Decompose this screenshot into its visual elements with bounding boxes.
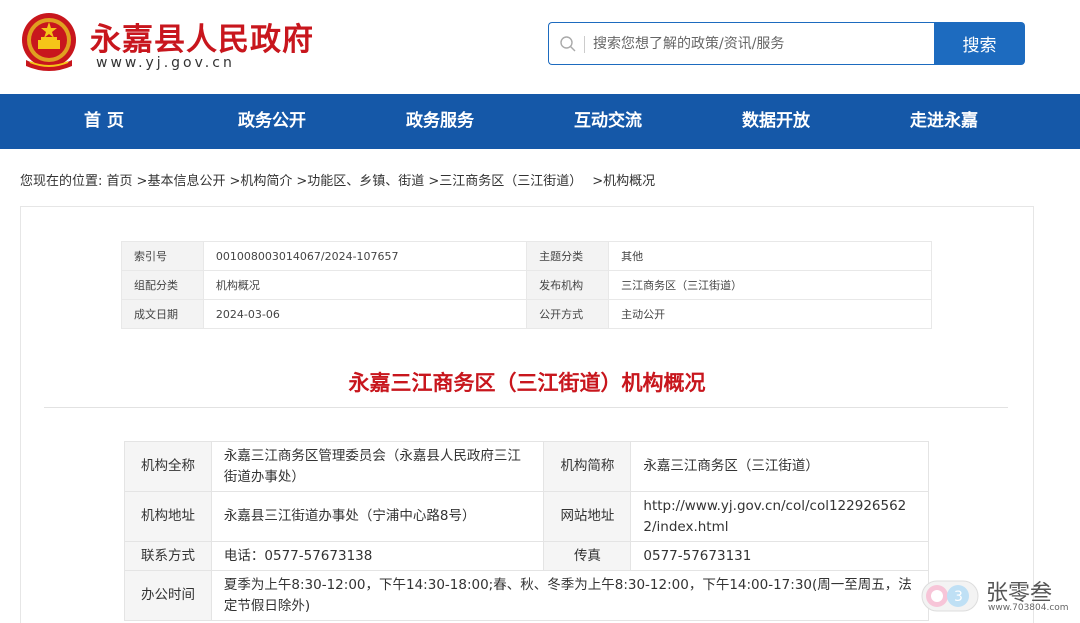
site-domain: www.yj.gov.cn xyxy=(96,55,235,71)
search-divider xyxy=(584,36,585,53)
breadcrumb-separator: > xyxy=(229,174,241,189)
meta-value-index-no: 001008003014067/2024-107657 xyxy=(202,241,528,271)
meta-value-disclosure: 主动公开 xyxy=(608,299,932,329)
breadcrumb-separator: > xyxy=(428,174,440,189)
info-label-short-name: 机构简称 xyxy=(543,441,632,492)
document-title: 永嘉三江商务区（三江街道）机构概况 xyxy=(348,371,706,395)
nav-item-about-yongjia[interactable]: 走进永嘉 xyxy=(874,94,1014,149)
meta-label-date: 成文日期 xyxy=(121,299,204,329)
nav-item-gov-services[interactable]: 政务服务 xyxy=(370,94,510,149)
meta-value-publisher: 三江商务区（三江街道） xyxy=(608,270,932,300)
info-value-fax: 0577-57673131 xyxy=(630,541,929,571)
info-value-website[interactable]: http://www.yj.gov.cn/col/col1229265622/i… xyxy=(630,491,929,542)
info-label-address: 机构地址 xyxy=(124,491,212,542)
watermark-logo-icon: 3 xyxy=(921,580,979,612)
table-row: 机构地址 永嘉县三江街道办事处（宁浦中心路8号） 网站地址 http://www… xyxy=(124,491,929,542)
meta-value-date: 2024-03-06 xyxy=(202,299,528,329)
meta-label-publisher: 发布机构 xyxy=(526,270,610,300)
search-button[interactable]: 搜索 xyxy=(934,22,1025,65)
search-box xyxy=(548,22,935,65)
info-label-full-name: 机构全称 xyxy=(124,441,212,492)
table-row: 索引号 001008003014067/2024-107657 主题分类 其他 xyxy=(121,241,932,271)
meta-label-disclosure: 公开方式 xyxy=(526,299,610,329)
meta-label-topic: 主题分类 xyxy=(526,241,610,271)
svg-text:3: 3 xyxy=(954,589,963,605)
nav-item-home[interactable]: 首 页 xyxy=(34,94,174,149)
breadcrumb-separator: > xyxy=(296,174,308,189)
document-meta-table: 索引号 001008003014067/2024-107657 主题分类 其他 … xyxy=(121,241,932,329)
meta-label-index-no: 索引号 xyxy=(121,241,204,271)
info-value-short-name: 永嘉三江商务区（三江街道） xyxy=(630,441,929,492)
breadcrumb-link-sanjiang[interactable]: 三江商务区（三江街道） xyxy=(439,174,582,189)
breadcrumb-link-home[interactable]: 首页 xyxy=(107,174,133,189)
breadcrumb-prefix: 您现在的位置: xyxy=(20,174,103,189)
table-row: 办公时间 夏季为上午8:30-12:00，下午14:30-18:00;春、秋、冬… xyxy=(124,570,930,621)
nav-item-gov-affairs-open[interactable]: 政务公开 xyxy=(202,94,342,149)
title-divider xyxy=(44,407,1008,408)
search-icon xyxy=(560,36,576,52)
table-row: 组配分类 机构概况 发布机构 三江商务区（三江街道） xyxy=(121,270,932,300)
breadcrumb-current: 机构概况 xyxy=(603,174,656,189)
info-label-hours: 办公时间 xyxy=(124,570,212,621)
main-nav: 首 页 政务公开 政务服务 互动交流 数据开放 走进永嘉 xyxy=(0,94,1080,149)
watermark-url: www.703804.com xyxy=(988,603,1069,613)
table-row: 机构全称 永嘉三江商务区管理委员会（永嘉县人民政府三江街道办事处） 机构简称 永… xyxy=(124,441,929,492)
breadcrumb-link-org-intro[interactable]: 机构简介 xyxy=(240,174,292,189)
info-label-fax: 传真 xyxy=(543,541,632,571)
nav-item-interaction[interactable]: 互动交流 xyxy=(538,94,678,149)
info-value-address: 永嘉县三江街道办事处（宁浦中心路8号） xyxy=(210,491,545,542)
info-label-website: 网站地址 xyxy=(543,491,632,542)
breadcrumb-link-districts[interactable]: 功能区、乡镇、街道 xyxy=(307,174,424,189)
breadcrumb-link-basic-info[interactable]: 基本信息公开 xyxy=(147,174,225,189)
watermark: 3 张零叁 www.703804.com xyxy=(918,575,1078,617)
search-input[interactable] xyxy=(593,29,923,59)
meta-value-topic: 其他 xyxy=(608,241,932,271)
breadcrumb: 您现在的位置: 首页 >基本信息公开 >机构简介 >功能区、乡镇、街道 >三江商务区（三… xyxy=(20,170,655,189)
breadcrumb-separator: > xyxy=(136,174,148,189)
meta-value-category: 机构概况 xyxy=(202,270,528,300)
site-title[interactable]: 永嘉县人民政府 xyxy=(90,14,314,59)
national-emblem-icon[interactable] xyxy=(18,10,80,74)
nav-item-open-data[interactable]: 数据开放 xyxy=(706,94,846,149)
info-value-contact: 电话：0577-57673138 xyxy=(210,541,545,571)
table-row: 联系方式 电话：0577-57673138 传真 0577-57673131 xyxy=(124,541,929,571)
breadcrumb-separator: > xyxy=(592,174,604,189)
site-header: 永嘉县人民政府 www.yj.gov.cn 搜索 xyxy=(0,0,1080,94)
info-value-hours: 夏季为上午8:30-12:00，下午14:30-18:00;春、秋、冬季为上午8… xyxy=(210,570,930,621)
org-info-table: 机构全称 永嘉三江商务区管理委员会（永嘉县人民政府三江街道办事处） 机构简称 永… xyxy=(124,441,930,621)
info-label-contact: 联系方式 xyxy=(124,541,212,571)
meta-label-category: 组配分类 xyxy=(121,270,204,300)
table-row: 成文日期 2024-03-06 公开方式 主动公开 xyxy=(121,299,932,329)
info-value-full-name: 永嘉三江商务区管理委员会（永嘉县人民政府三江街道办事处） xyxy=(210,441,545,492)
